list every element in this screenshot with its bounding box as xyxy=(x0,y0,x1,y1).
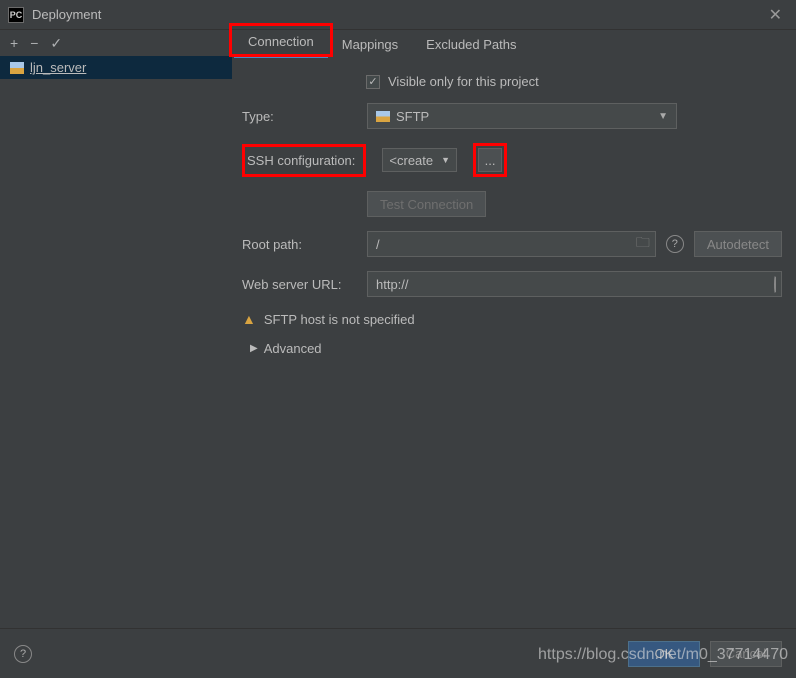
server-item[interactable]: ljn_server xyxy=(0,56,232,79)
add-button[interactable]: + xyxy=(10,35,18,51)
ssh-config-value: <create xyxy=(389,153,433,168)
highlight-annotation: SSH configuration: xyxy=(242,144,366,177)
root-path-wrapper: / 🗀 xyxy=(367,231,656,257)
visible-only-row: ✓ Visible only for this project xyxy=(242,74,782,89)
highlight-annotation: ... xyxy=(473,143,507,177)
web-url-label: Web server URL: xyxy=(242,277,357,292)
warning-row: ▲ SFTP host is not specified xyxy=(242,311,782,327)
test-connection-button[interactable]: Test Connection xyxy=(367,191,486,217)
root-path-label: Root path: xyxy=(242,237,357,252)
web-url-value: http:// xyxy=(376,277,409,292)
advanced-label: Advanced xyxy=(264,341,322,356)
form: ✓ Visible only for this project Type: SF… xyxy=(232,58,782,356)
footer: ? OK Cancel https://blog.csdn.net/m0_377… xyxy=(0,628,796,678)
window-title: Deployment xyxy=(32,7,763,22)
visible-only-label: Visible only for this project xyxy=(388,74,539,89)
cancel-button[interactable]: Cancel xyxy=(710,641,782,667)
remove-button[interactable]: − xyxy=(30,35,38,51)
chevron-down-icon: ▼ xyxy=(658,111,668,122)
warning-text: SFTP host is not specified xyxy=(264,312,415,327)
ok-button[interactable]: OK xyxy=(628,641,700,667)
server-toolbar: + − ✓ xyxy=(0,30,232,56)
root-path-input[interactable]: / xyxy=(367,231,656,257)
right-panel: Connection Mappings Excluded Paths ✓ Vis… xyxy=(232,30,796,628)
autodetect-button[interactable]: Autodetect xyxy=(694,231,782,257)
sftp-icon xyxy=(376,111,390,122)
tab-mappings[interactable]: Mappings xyxy=(328,31,412,58)
app-icon: PC xyxy=(8,7,24,23)
type-row: Type: SFTP ▼ xyxy=(242,103,782,129)
web-url-input[interactable]: http:// xyxy=(367,271,782,297)
titlebar: PC Deployment ✕ xyxy=(0,0,796,30)
advanced-toggle[interactable]: ▶ Advanced xyxy=(242,341,782,356)
tab-connection[interactable]: Connection xyxy=(234,28,328,58)
warning-icon: ▲ xyxy=(242,311,256,327)
server-name: ljn_server xyxy=(30,60,86,75)
test-connection-row: Test Connection xyxy=(242,191,782,217)
close-icon[interactable]: ✕ xyxy=(763,5,788,25)
ssh-label: SSH configuration: xyxy=(247,153,355,168)
folder-icon[interactable]: 🗀 xyxy=(636,232,650,256)
tab-excluded[interactable]: Excluded Paths xyxy=(412,31,530,58)
type-dropdown[interactable]: SFTP ▼ xyxy=(367,103,677,129)
help-button[interactable]: ? xyxy=(14,645,32,663)
type-label: Type: xyxy=(242,109,357,124)
ssh-browse-button[interactable]: ... xyxy=(478,148,502,172)
server-list: ljn_server xyxy=(0,56,232,628)
visible-only-checkbox[interactable]: ✓ xyxy=(366,75,380,89)
ssh-row: SSH configuration: <create ▼ ... xyxy=(242,143,782,177)
web-url-row: Web server URL: http:// xyxy=(242,271,782,297)
tab-connection-label: Connection xyxy=(248,34,314,49)
body: + − ✓ ljn_server Connection Mappings Exc… xyxy=(0,30,796,628)
globe-icon[interactable] xyxy=(774,276,776,292)
left-panel: + − ✓ ljn_server xyxy=(0,30,232,628)
server-icon xyxy=(10,62,24,74)
chevron-right-icon: ▶ xyxy=(250,343,258,354)
type-value: SFTP xyxy=(396,109,429,124)
ssh-config-dropdown[interactable]: <create ▼ xyxy=(382,148,457,172)
root-path-row: Root path: / 🗀 ? Autodetect xyxy=(242,231,782,257)
web-url-wrapper: http:// xyxy=(367,271,782,297)
tabs: Connection Mappings Excluded Paths xyxy=(232,30,782,58)
apply-button[interactable]: ✓ xyxy=(50,35,62,52)
root-path-value: / xyxy=(376,237,380,252)
help-icon[interactable]: ? xyxy=(666,235,684,253)
chevron-down-icon: ▼ xyxy=(441,155,450,165)
